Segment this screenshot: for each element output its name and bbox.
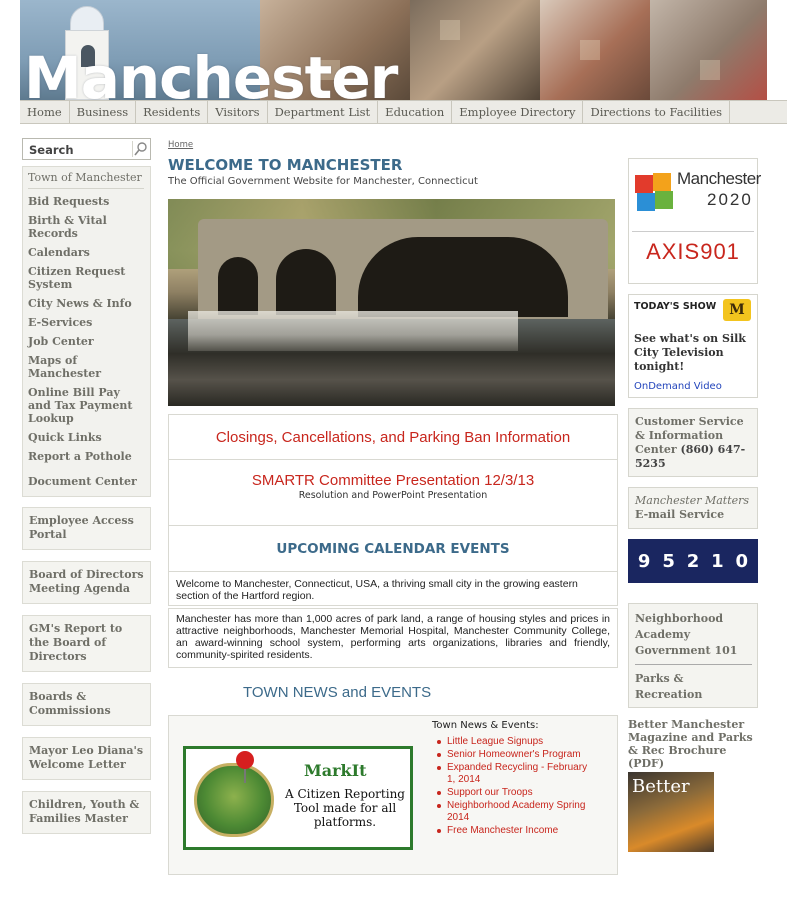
link-citizen-request-system[interactable]: Citizen Request System — [28, 265, 144, 291]
nav-visitors[interactable]: Visitors — [208, 101, 268, 123]
children-youth-families-link[interactable]: Children, Youth & Families Master — [22, 791, 151, 834]
manchester-matters-rest: E-mail Service — [635, 508, 725, 521]
95210-banner[interactable]: 9 5 2 1 0 — [628, 539, 758, 583]
news-item[interactable]: Expanded Recycling - February 1, 2014 — [437, 762, 597, 786]
children-photo-4 — [650, 0, 767, 100]
magazine-title: Better — [632, 776, 690, 797]
manchester-2020-line2: 2020 — [707, 190, 753, 209]
nav-education[interactable]: Education — [378, 101, 453, 123]
header-banner: Manchester — [20, 0, 767, 100]
link-calendars[interactable]: Calendars — [28, 246, 144, 259]
axis901-logo[interactable]: AXIS901 — [629, 239, 757, 265]
quick-links-box: Town of Manchester Bid Requests Birth & … — [22, 166, 151, 497]
markit-description: A Citizen Reporting Tool made for all pl… — [285, 787, 405, 829]
news-item[interactable]: Senior Homeowner's Program — [437, 749, 597, 761]
customer-service-box[interactable]: Customer Service & Information Center (8… — [628, 408, 758, 477]
tree-logo — [194, 763, 274, 837]
closings-link[interactable]: Closings, Cancellations, and Parking Ban… — [168, 414, 618, 460]
main-nav: Home Business Residents Visitors Department … — [20, 100, 787, 124]
parks-recreation-link[interactable]: Parks & Recreation — [635, 671, 752, 703]
intro-paragraph: Welcome to Manchester, Connecticut, USA,… — [168, 572, 618, 606]
page-title: WELCOME TO MANCHESTER — [168, 156, 403, 174]
link-town-of-manchester[interactable]: Town of Manchester — [28, 171, 144, 189]
markit-title: MarkIt — [304, 761, 367, 780]
link-e-services[interactable]: E-Services — [28, 316, 144, 329]
link-maps[interactable]: Maps of Manchester — [28, 354, 144, 380]
nav-business[interactable]: Business — [70, 101, 137, 123]
news-box: MarkIt A Citizen Reporting Tool made for… — [168, 715, 618, 875]
left-sidebar: Search Town of Manchester Bid Requests B… — [22, 138, 151, 845]
board-meeting-agenda-link[interactable]: Board of Directors Meeting Agenda — [22, 561, 151, 604]
nav-department-list[interactable]: Department List — [268, 101, 379, 123]
neighborhood-academy-box: Neighborhood Academy Government 101 Park… — [628, 603, 758, 708]
manchester-matters-box[interactable]: Manchester Matters E-mail Service — [628, 487, 758, 529]
town-news-heading: TOWN NEWS and EVENTS — [243, 684, 432, 701]
nav-employee-directory[interactable]: Employee Directory — [452, 101, 584, 123]
upcoming-events-heading[interactable]: UPCOMING CALENDAR EVENTS — [168, 526, 618, 572]
government-101-link[interactable]: Government 101 — [635, 643, 752, 659]
manchester-2020-banner[interactable]: Manchester 2020 AXIS901 — [628, 158, 761, 284]
magazine-cover-image[interactable]: Better — [628, 772, 714, 852]
site-title[interactable]: Manchester — [24, 48, 398, 100]
main-content: Home WELCOME TO MANCHESTER The Official … — [168, 140, 618, 875]
tile-digit: 1 — [711, 550, 724, 572]
smartr-title[interactable]: SMARTR Committee Presentation 12/3/13 — [169, 472, 617, 489]
news-list-title: Town News & Events: — [432, 720, 539, 731]
page-subtitle: The Official Government Website for Manc… — [168, 176, 478, 187]
breadcrumb[interactable]: Home — [168, 140, 618, 150]
employee-access-portal-link[interactable]: Employee Access Portal — [22, 507, 151, 550]
silk-city-tv-link[interactable]: See what's on Silk City Television tonig… — [634, 332, 758, 374]
mctv-logo-icon: M — [723, 299, 751, 321]
tile-digit: 5 — [662, 550, 675, 572]
better-manchester-link[interactable]: Better Manchester Magazine and Parks & R… — [628, 718, 758, 770]
link-quick-links[interactable]: Quick Links — [28, 431, 144, 444]
description-paragraph: Manchester has more than 1,000 acres of … — [168, 608, 618, 668]
link-job-center[interactable]: Job Center — [28, 335, 144, 348]
todays-show-heading: TODAY'S SHOW — [634, 301, 717, 312]
link-online-bill-pay[interactable]: Online Bill Pay and Tax Payment Lookup — [28, 386, 144, 425]
smartr-presentation[interactable]: SMARTR Committee Presentation 12/3/13 Re… — [168, 460, 618, 526]
news-item[interactable]: Little League Signups — [437, 736, 597, 748]
search-label: Search — [29, 143, 74, 157]
tile-digit: 9 — [637, 550, 651, 572]
mayor-welcome-letter-link[interactable]: Mayor Leo Diana's Welcome Letter — [22, 737, 151, 780]
link-birth-vital-records[interactable]: Birth & Vital Records — [28, 214, 144, 240]
stone-bridge-photo — [168, 199, 615, 406]
markit-banner[interactable]: MarkIt A Citizen Reporting Tool made for… — [183, 746, 413, 850]
nav-home[interactable]: Home — [20, 101, 70, 123]
nav-residents[interactable]: Residents — [136, 101, 209, 123]
manchester-2020-logo-icon — [635, 173, 675, 213]
manchester-2020-line1: Manchester — [677, 169, 761, 188]
link-report-pothole[interactable]: Report a Pothole — [28, 450, 144, 463]
map-pin-icon — [236, 751, 254, 769]
boards-commissions-link[interactable]: Boards & Commissions — [22, 683, 151, 726]
news-item[interactable]: Support our Troops — [437, 787, 597, 799]
tile-digit: 0 — [735, 550, 749, 572]
search-icon[interactable] — [132, 141, 148, 157]
news-item[interactable]: Neighborhood Academy Spring 2014 — [437, 800, 597, 824]
news-item[interactable]: Free Manchester Income — [437, 825, 597, 837]
ondemand-video-link[interactable]: OnDemand Video — [634, 381, 722, 392]
nav-directions-to-facilities[interactable]: Directions to Facilities — [583, 101, 731, 123]
manchester-matters-title: Manchester Matters — [635, 494, 750, 507]
right-sidebar: Manchester 2020 AXIS901 TODAY'S SHOW M S… — [628, 158, 761, 852]
todays-show-box: TODAY'S SHOW M See what's on Silk City T… — [628, 294, 758, 398]
smartr-subtitle: Resolution and PowerPoint Presentation — [298, 490, 488, 501]
news-list: Little League Signups Senior Homeowner's… — [437, 736, 597, 838]
gm-report-link[interactable]: GM's Report to the Board of Directors — [22, 615, 151, 672]
link-bid-requests[interactable]: Bid Requests — [28, 195, 144, 208]
tile-digit: 2 — [686, 550, 700, 572]
link-city-news-info[interactable]: City News & Info — [28, 297, 144, 310]
search-box[interactable]: Search — [22, 138, 151, 160]
link-document-center[interactable]: Document Center — [28, 475, 144, 488]
children-photo-2 — [410, 0, 540, 100]
neighborhood-academy-link[interactable]: Neighborhood Academy — [635, 611, 752, 643]
